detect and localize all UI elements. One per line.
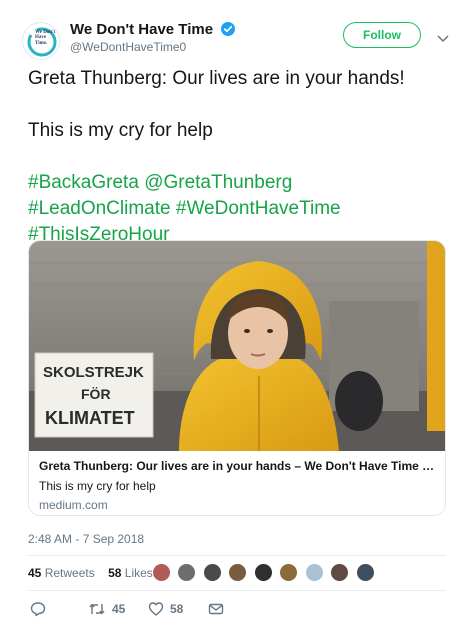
card-body[interactable]: Greta Thunberg: Our lives are in your ha… [39, 459, 437, 512]
direct-message-button[interactable] [208, 600, 224, 618]
like-button[interactable]: 58 [148, 600, 183, 618]
sign-line-2: FÖR [81, 386, 111, 402]
avatar[interactable] [330, 563, 350, 582]
avatar-logo-text: We Don't Have Time. [35, 30, 56, 46]
hashtag-wedonthavetime[interactable]: #WeDontHaveTime [176, 198, 341, 219]
heart-icon [148, 602, 164, 616]
reply-icon [30, 602, 46, 617]
verified-badge-icon [221, 22, 236, 40]
retweets-stat[interactable]: 45 Retweets [28, 566, 95, 580]
sign-line-3: KLIMATET [45, 408, 135, 428]
card-photo[interactable]: SKOLSTREJK FÖR KLIMATET [29, 241, 445, 451]
chevron-down-icon[interactable] [437, 30, 449, 48]
hashtag-row-2: #LeadOnClimate #WeDontHaveTime [28, 196, 448, 222]
engagement-stats: 45 Retweets 58 Likes [28, 566, 153, 580]
sign-line-1: SKOLSTREJK [43, 364, 144, 381]
display-name-row[interactable]: We Don't Have Time [70, 21, 236, 40]
account-handle[interactable]: @WeDontHaveTime0 [70, 40, 186, 54]
display-name[interactable]: We Don't Have Time [70, 21, 213, 38]
avatar[interactable] [253, 563, 273, 582]
avatar[interactable] [304, 563, 324, 582]
divider-bottom [28, 590, 446, 591]
card-domain: medium.com [39, 498, 108, 512]
link-card[interactable]: SKOLSTREJK FÖR KLIMATET Greta Thunberg: … [28, 240, 446, 516]
retweets-label: Retweets [44, 566, 95, 580]
likes-count: 58 [108, 566, 122, 580]
retweet-button[interactable]: 45 [88, 600, 125, 618]
card-title[interactable]: Greta Thunberg: Our lives are in your ha… [39, 459, 437, 473]
avatar[interactable] [152, 563, 171, 582]
avatar[interactable] [177, 563, 197, 582]
reply-button[interactable] [30, 600, 46, 618]
tweet-line-cry: This is my cry for help [28, 120, 213, 141]
avatar[interactable] [279, 563, 299, 582]
retweet-count: 45 [112, 602, 126, 616]
card-description: This is my cry for help [39, 479, 156, 493]
likes-stat[interactable]: 58 Likes [108, 566, 153, 580]
divider-top [28, 555, 446, 556]
like-count: 58 [170, 602, 184, 616]
hashtag-backagreta[interactable]: #BackaGreta [28, 172, 139, 193]
tweet-header: We Don't Have Time. We Don't Have Time @… [22, 18, 452, 60]
tweet-line-title: Greta Thunberg: Our lives are in your ha… [28, 68, 405, 89]
hashtag-leadonclimate[interactable]: #LeadOnClimate [28, 198, 171, 219]
avatar[interactable]: We Don't Have Time. [22, 22, 60, 60]
tweet-timestamp[interactable]: 2:48 AM - 7 Sep 2018 [28, 532, 144, 546]
avatar[interactable] [355, 563, 375, 582]
mention-gretathunberg[interactable]: @GretaThunberg [144, 172, 292, 193]
liker-avatars [152, 563, 377, 583]
avatar[interactable] [228, 563, 248, 582]
avatar[interactable] [202, 563, 222, 582]
hashtag-row-1: #BackaGreta @GretaThunberg [28, 170, 448, 196]
retweet-icon [89, 603, 105, 615]
retweets-count: 45 [28, 566, 42, 580]
envelope-icon [208, 603, 224, 615]
likes-label: Likes [124, 566, 153, 580]
follow-button[interactable]: Follow [343, 22, 421, 48]
tweet-actions: 45 58 [28, 600, 448, 620]
tweet-text: Greta Thunberg: Our lives are in your ha… [28, 66, 448, 248]
